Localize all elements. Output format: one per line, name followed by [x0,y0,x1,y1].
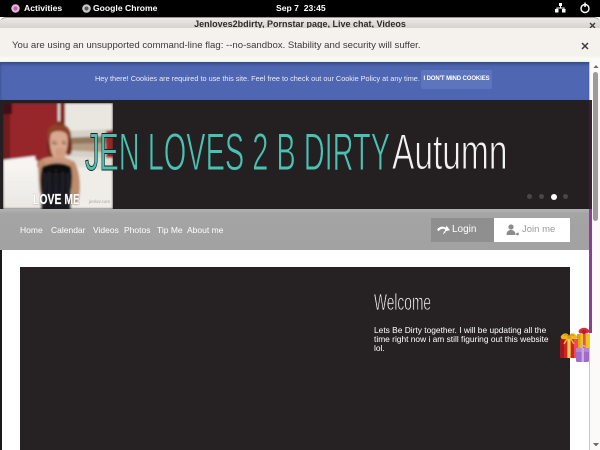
svg-text:LOVE ME: LOVE ME [33,192,80,208]
svg-text:jenlov.com: jenlov.com [88,199,110,204]
